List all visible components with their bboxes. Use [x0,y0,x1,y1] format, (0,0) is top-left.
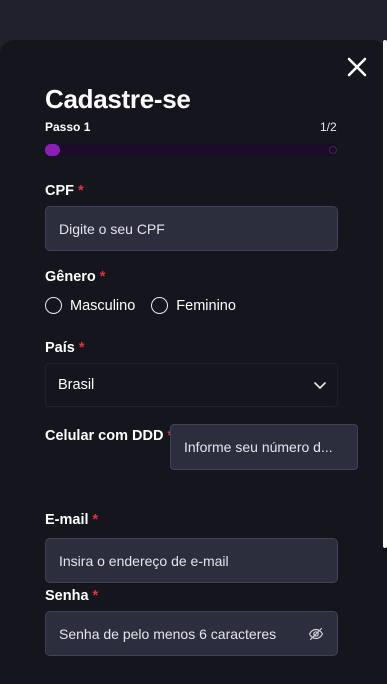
required-mark: * [92,512,99,528]
eye-off-icon[interactable] [308,626,324,642]
required-mark: * [78,340,85,356]
gender-option-masculino[interactable]: Masculino [45,297,135,314]
email-input[interactable]: Insira o endereço de e-mail [45,538,338,583]
gender-option-label: Masculino [70,297,136,314]
phone-placeholder: Informe seu número d... [184,439,333,455]
country-value: Brasil [58,377,95,393]
gender-option-feminino[interactable]: Feminino [151,297,236,314]
password-input[interactable]: Senha de pelo menos 6 caracteres [45,611,338,656]
radio-masculino[interactable] [45,297,62,314]
progress-knob [45,144,57,156]
progress-bar [45,144,338,156]
phone-label-text: Celular com DDD [45,428,164,444]
gender-label: Gênero * [45,269,105,285]
scrollbar[interactable] [383,40,387,548]
phone-label: Celular com DDD* [45,428,173,444]
email-label: E-mail * [45,512,98,528]
step-count: 1/2 [320,120,337,134]
step-label: Passo 1 [45,120,91,134]
radio-feminino[interactable] [151,297,169,314]
required-mark: * [99,269,106,285]
password-placeholder: Senha de pelo menos 6 caracteres [59,625,277,642]
required-mark: * [92,588,99,604]
chevron-down-icon [314,382,326,389]
country-label-text: País [45,340,75,356]
country-label: País * [45,340,85,356]
cpf-input[interactable]: Digite o seu CPF [45,206,338,251]
progress-end-marker [329,146,337,154]
gender-option-label: Feminino [176,297,236,314]
cpf-label: CPF * [45,183,84,199]
password-label: Senha * [45,588,98,604]
gender-options: Masculino Feminino [45,297,252,314]
country-select[interactable]: Brasil [45,363,338,407]
required-mark: * [78,183,84,199]
cpf-placeholder: Digite o seu CPF [59,220,165,237]
gender-label-text: Gênero [45,269,96,285]
password-label-text: Senha [45,588,89,604]
email-placeholder: Insira o endereço de e-mail [59,552,229,569]
email-label-text: E-mail [45,512,89,528]
close-icon[interactable] [346,56,368,78]
page-title: Cadastre-se [45,84,191,114]
phone-input[interactable]: Informe seu número d... [170,424,358,470]
cpf-label-text: CPF [45,183,74,199]
